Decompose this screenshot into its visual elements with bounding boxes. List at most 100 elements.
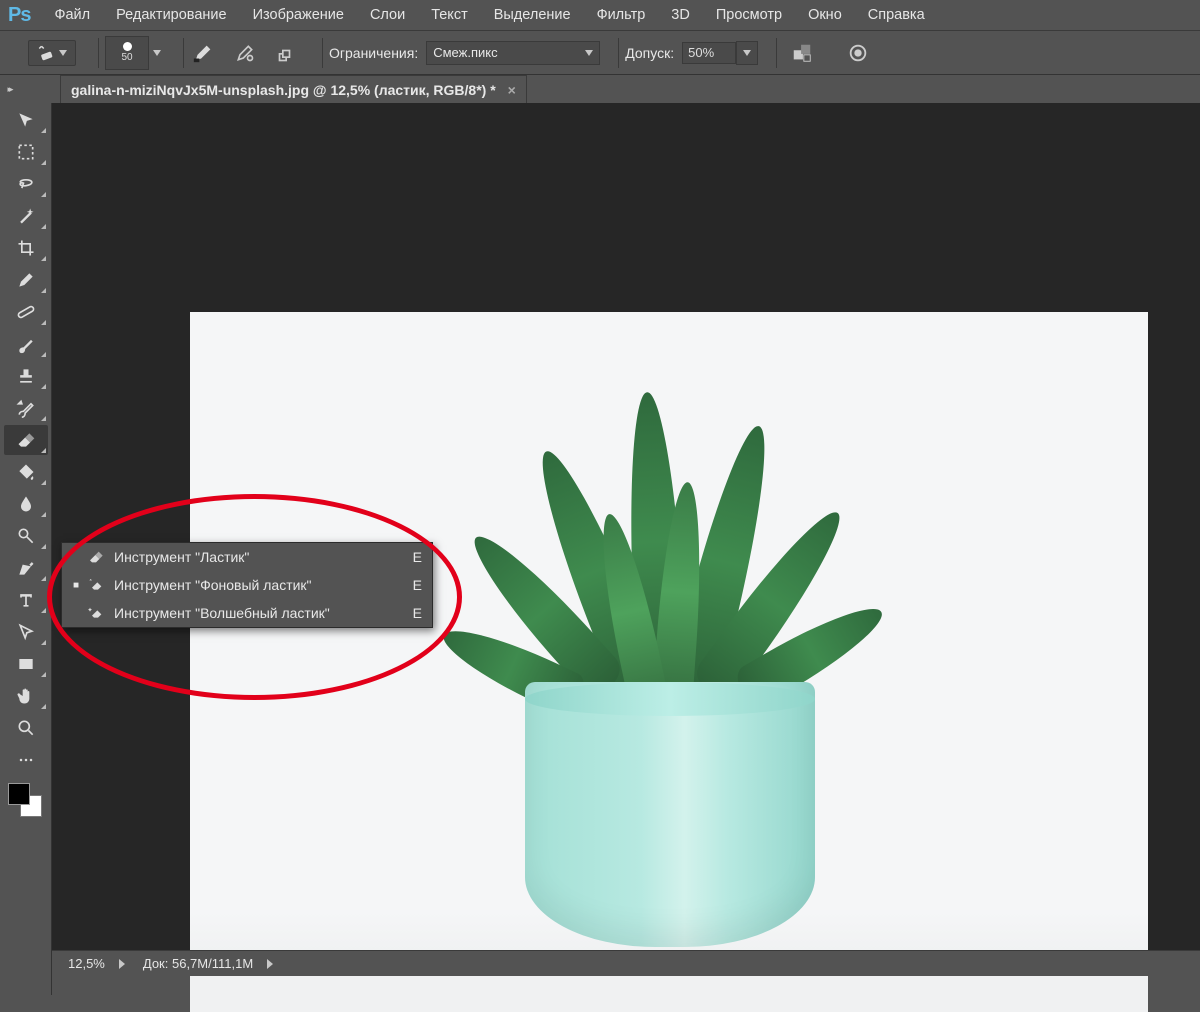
eraser-tool-flyout: Инструмент "Ластик" E ■ Инструмент "Фоно… [61,542,433,628]
chevron-right-icon [119,959,125,969]
eraser-icon [16,430,36,450]
menu-help[interactable]: Справка [868,7,925,23]
separator [322,38,323,68]
healing-brush-tool[interactable] [4,297,48,327]
marquee-icon [16,142,36,162]
limits-value: Смеж.пикс [433,45,497,60]
stamp-icon [16,366,36,386]
hand-tool[interactable] [4,681,48,711]
lasso-tool[interactable] [4,169,48,199]
target-icon [847,42,869,64]
app-logo: Ps [8,4,30,27]
menu-view[interactable]: Просмотр [716,7,782,23]
bandage-icon [16,302,36,322]
status-zoom-value: 12,5% [68,956,105,971]
flyout-item-shortcut: E [413,605,422,621]
status-docsize[interactable]: Док: 56,7M/111,1M [143,956,273,971]
flyout-item-label: Инструмент "Фоновый ластик" [114,577,312,593]
eyedropper-icon [16,270,36,290]
document-canvas[interactable] [190,312,1148,1012]
flyout-item-label: Инструмент "Волшебный ластик" [114,605,330,621]
eyedropper-once-icon [235,43,255,63]
flyout-item-magic-eraser[interactable]: Инструмент "Волшебный ластик" E [62,599,432,627]
brush-size-label: 50 [121,52,132,63]
flyout-item-bg-eraser[interactable]: ■ Инструмент "Фоновый ластик" E [62,571,432,599]
menubar: Ps Файл Редактирование Изображение Слои … [0,0,1200,30]
crop-icon [16,238,36,258]
brush-preset-picker[interactable]: 50 [105,36,161,70]
close-tab-button[interactable]: × [508,82,516,98]
sampling-swatch-button[interactable] [274,40,300,66]
arrow-cursor-icon [16,622,36,642]
chevron-right-icon [267,959,273,969]
separator [776,38,777,68]
dodge-icon [16,526,36,546]
pressure-size-button[interactable] [845,40,871,66]
document-tab[interactable]: galina-n-miziNqvJx5M-unsplash.jpg @ 12,5… [60,75,527,103]
status-zoom[interactable]: 12,5% [68,956,125,971]
limits-label: Ограничения: [329,45,418,61]
paint-bucket-tool[interactable] [4,457,48,487]
lasso-icon [16,174,36,194]
limits-dropdown[interactable]: Смеж.пикс [426,41,600,65]
drop-icon [16,494,36,514]
ellipsis-icon [16,750,36,770]
sampling-once-button[interactable] [232,40,258,66]
path-selection-tool[interactable] [4,617,48,647]
menu-text[interactable]: Текст [431,7,468,23]
selected-indicator: ■ [70,580,82,591]
eraser-tool[interactable] [4,425,48,455]
move-tool[interactable] [4,105,48,135]
dodge-tool[interactable] [4,521,48,551]
options-bar: 50 Ограничения: Смеж.пикс Допуск: 50% [0,30,1200,75]
history-brush-icon [16,398,36,418]
color-swatches[interactable] [8,783,42,817]
flyout-item-label: Инструмент "Ластик" [114,549,249,565]
foreground-color-swatch[interactable] [8,783,30,805]
crop-tool[interactable] [4,233,48,263]
pen-icon [16,558,36,578]
chevron-right-icon: ▸▸ [7,84,10,95]
tolerance-label: Допуск: [625,45,674,61]
move-icon [16,110,36,130]
zoom-icon [16,718,36,738]
clone-stamp-tool[interactable] [4,361,48,391]
current-tool-preset[interactable] [28,40,76,66]
toolbar-expand-toggle[interactable]: ▸▸ [0,75,18,103]
magic-eraser-icon [86,604,106,622]
menu-edit[interactable]: Редактирование [116,7,226,23]
edit-toolbar[interactable] [4,745,48,775]
status-doc-value: 56,7M/111,1M [172,956,253,971]
eyedropper-tool[interactable] [4,265,48,295]
brush-icon [16,334,36,354]
magic-wand-tool[interactable] [4,201,48,231]
menu-image[interactable]: Изображение [253,7,344,23]
tolerance-stepper[interactable] [736,41,758,65]
brush-tool[interactable] [4,329,48,359]
menu-file[interactable]: Файл [54,7,90,23]
sampling-continuous-button[interactable] [190,40,216,66]
protect-foreground-button[interactable] [789,40,815,66]
pen-tool[interactable] [4,553,48,583]
history-brush-tool[interactable] [4,393,48,423]
zoom-tool[interactable] [4,713,48,743]
marquee-tool[interactable] [4,137,48,167]
menu-3d[interactable]: 3D [671,7,690,23]
rectangle-shape-tool[interactable] [4,649,48,679]
flyout-item-eraser[interactable]: Инструмент "Ластик" E [62,543,432,571]
eyedropper-swatch-icon [277,43,297,63]
menu-select[interactable]: Выделение [494,7,571,23]
menu-window[interactable]: Окно [808,7,842,23]
menu-filter[interactable]: Фильтр [597,7,646,23]
tolerance-input[interactable]: 50% [682,42,736,64]
eraser-icon [86,548,106,566]
bucket-icon [16,462,36,482]
eyedropper-cont-icon [192,42,214,64]
status-bar: 12,5% Док: 56,7M/111,1M [52,950,1200,976]
canvas-area[interactable] [52,103,1200,950]
bg-eraser-icon [37,44,55,62]
blur-tool[interactable] [4,489,48,519]
type-tool[interactable] [4,585,48,615]
menu-layers[interactable]: Слои [370,7,405,23]
document-tab-title: galina-n-miziNqvJx5M-unsplash.jpg @ 12,5… [71,82,496,98]
